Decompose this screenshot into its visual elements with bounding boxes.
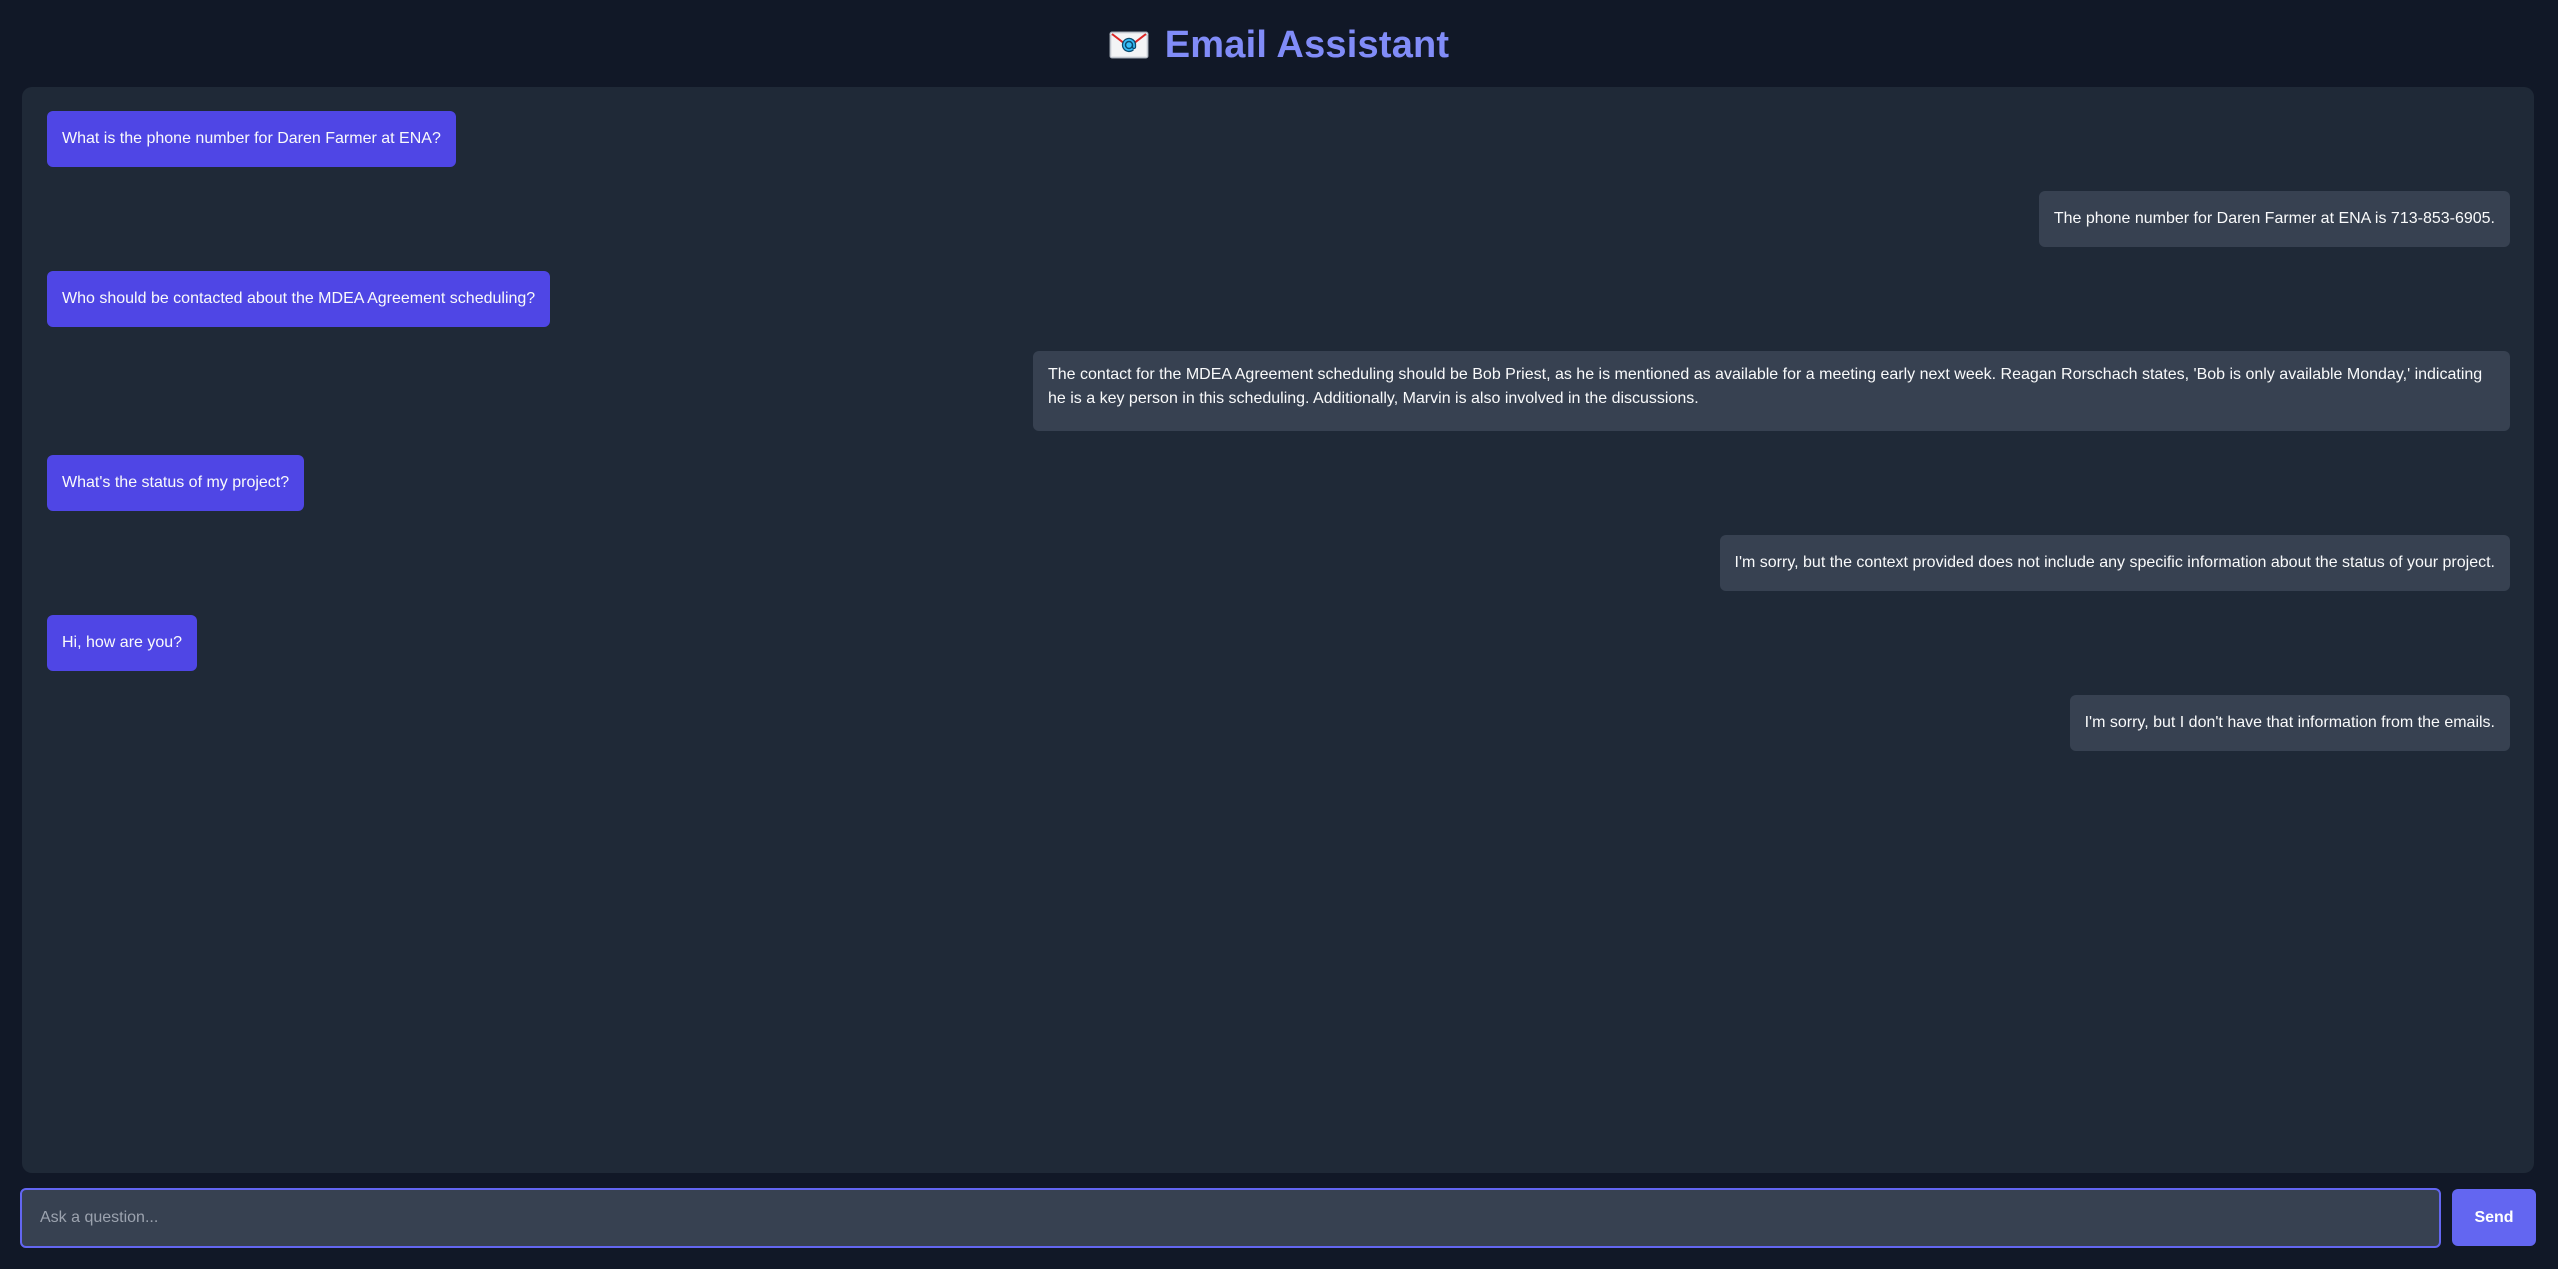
user-message: Who should be contacted about the MDEA A… (47, 271, 551, 327)
envelope-icon (1109, 29, 1149, 61)
title-group: Email Assistant (1109, 24, 1450, 67)
header: Email Assistant (0, 0, 2558, 88)
user-message: What's the status of my project? (47, 455, 305, 511)
user-message: What is the phone number for Daren Farme… (47, 111, 456, 167)
send-button[interactable]: Send (2452, 1189, 2536, 1246)
assistant-message: I'm sorry, but the context provided does… (1719, 535, 2510, 591)
assistant-message: I'm sorry, but I don't have that informa… (2069, 695, 2510, 751)
assistant-message: The phone number for Daren Farmer at ENA… (2038, 191, 2510, 247)
email-assistant-app: Email Assistant What is the phone number… (0, 0, 2558, 1269)
page-title: Email Assistant (1164, 23, 1450, 66)
question-input[interactable] (20, 1188, 2441, 1248)
user-message: Hi, how are you? (47, 615, 198, 671)
chat-history[interactable]: What is the phone number for Daren Farme… (22, 87, 2534, 1173)
composer: Send (20, 1188, 2536, 1248)
assistant-message: The contact for the MDEA Agreement sched… (1033, 351, 2510, 431)
